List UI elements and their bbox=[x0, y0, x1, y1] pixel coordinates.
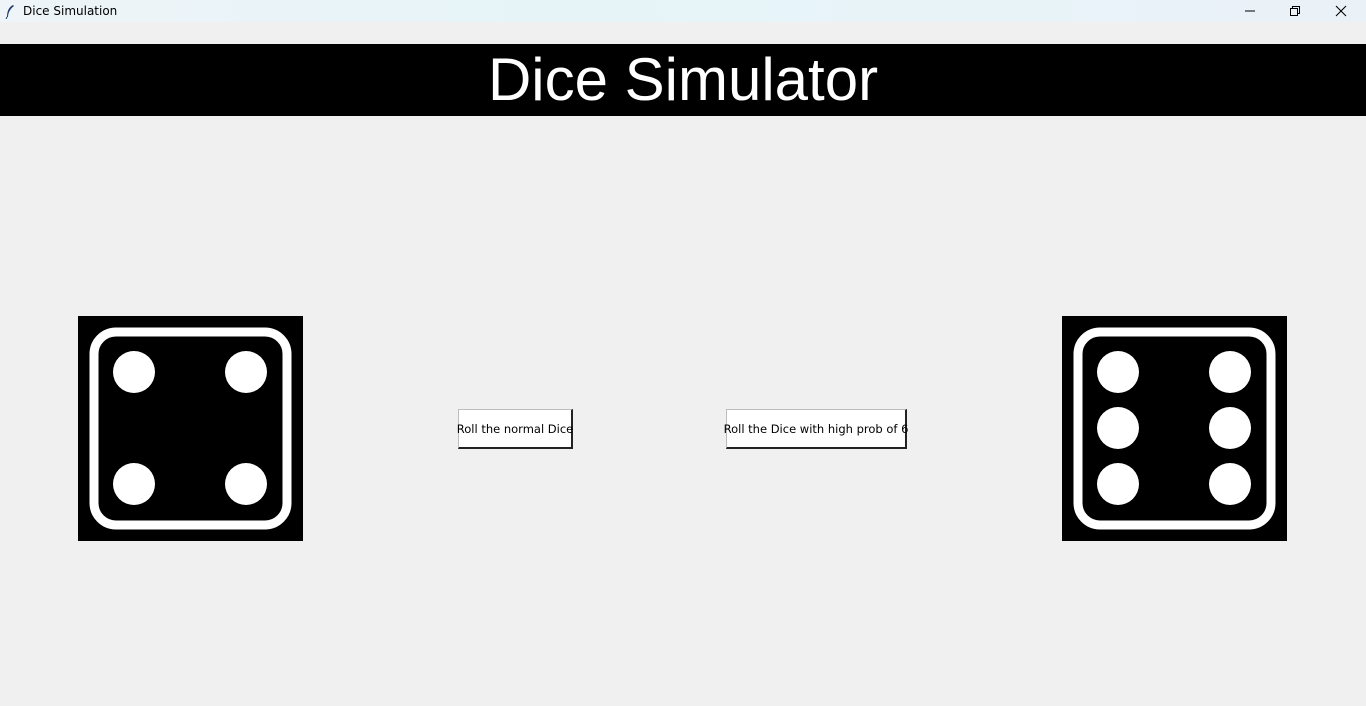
roll-normal-dice-button[interactable]: Roll the normal Dice bbox=[457, 409, 573, 449]
restore-button[interactable] bbox=[1272, 0, 1318, 22]
header-banner: Dice Simulator bbox=[0, 44, 1366, 116]
page-title: Dice Simulator bbox=[487, 46, 879, 113]
right-die bbox=[1062, 316, 1287, 541]
feather-icon bbox=[5, 4, 15, 20]
close-button[interactable] bbox=[1318, 0, 1364, 22]
roll-high-prob-six-button[interactable]: Roll the Dice with high prob of 6 bbox=[724, 409, 908, 449]
close-icon bbox=[1335, 2, 1347, 21]
dice-four-icon bbox=[78, 316, 303, 541]
restore-icon bbox=[1289, 2, 1301, 21]
dice-six-icon bbox=[1062, 316, 1287, 541]
minimize-button[interactable] bbox=[1227, 0, 1273, 22]
left-die bbox=[78, 316, 303, 541]
window-title: Dice Simulation bbox=[23, 4, 118, 18]
window-titlebar[interactable]: Dice Simulation bbox=[0, 0, 1366, 22]
minimize-icon bbox=[1244, 2, 1256, 21]
